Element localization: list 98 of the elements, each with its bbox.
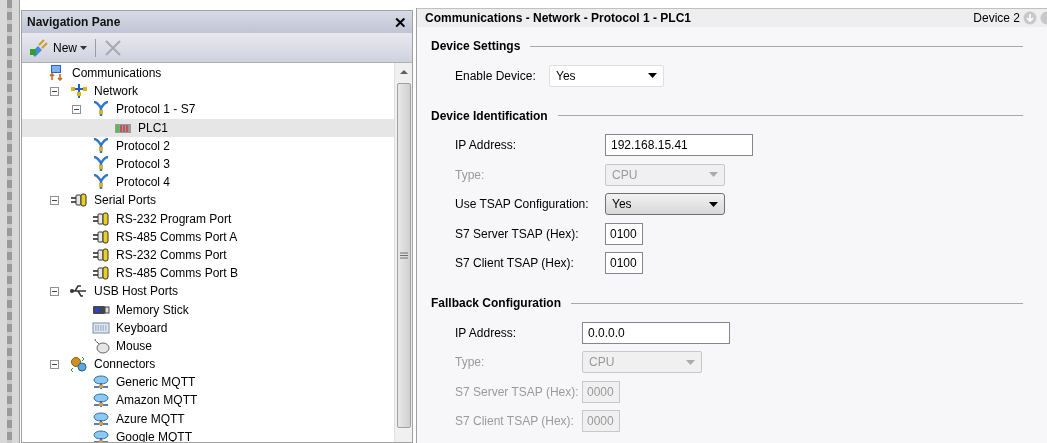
collapse-icon[interactable] [50,195,59,205]
connector-icon [92,137,110,154]
caret-icon [686,359,695,365]
tree-item[interactable]: Protocol 4 [22,173,394,192]
new-button[interactable]: New [28,38,87,57]
collapse-icon[interactable] [50,86,59,96]
keyboard-icon [92,319,110,336]
connector-icon [92,156,110,173]
caret-icon [709,201,718,207]
tree-item[interactable]: Azure MQTT [22,409,394,428]
tree-item[interactable]: Connectors [22,355,394,374]
field-label: S7 Server TSAP (Hex): [455,383,580,401]
scroll-up-icon[interactable] [399,69,408,75]
scrollbar[interactable] [394,63,412,442]
caret-icon [709,172,718,178]
cloud-icon [92,392,110,409]
collapse-icon[interactable] [50,286,59,296]
tree-item[interactable]: Serial Ports [22,191,394,210]
field-label: S7 Client TSAP (Hex): [455,413,575,431]
tree-item[interactable]: RS-232 Program Port [22,209,394,228]
field-label: IP Address: [455,324,518,342]
tree-item[interactable]: RS-485 Comms Port B [22,264,394,283]
tree-item[interactable]: Communications [22,64,394,83]
input-field[interactable]: 0.0.0.0 [582,321,730,344]
tree-item[interactable]: Keyboard [22,318,394,337]
serial-plug-icon [92,265,110,282]
section-heading: Fallback Configuration [431,295,561,312]
grip-icon [399,252,408,259]
tree-item[interactable]: Memory Stick [22,300,394,319]
caret-icon [648,73,657,79]
collapse-icon[interactable] [50,359,59,369]
tree-item[interactable]: RS-485 Comms Port A [22,227,394,246]
serial-plug-icon [92,210,110,227]
connector-icon [92,101,110,118]
tree-item-label: RS-485 Comms Port B [116,265,239,283]
tree-item-label: Protocol 2 [116,137,171,155]
gears-icon [70,356,88,373]
cloud-icon [92,428,110,442]
input-field[interactable]: 0100 [605,222,643,245]
field-label: Type: [455,354,486,372]
tree-item[interactable]: Amazon MQTT [22,391,394,410]
tree-item[interactable]: Generic MQTT [22,373,394,392]
tree-item-label: USB Host Ports [94,283,179,301]
plug-add-icon [28,38,50,57]
connector-icon [92,174,110,191]
mouse-icon [92,337,110,354]
tree-item-label: Keyboard [116,319,168,337]
input-field[interactable]: 192.168.15.41 [605,134,753,157]
serial-plug-icon [70,192,88,209]
input-field[interactable]: 0100 [605,252,643,275]
tree-item-label: Protocol 3 [116,156,171,174]
tree-item-label: RS-232 Comms Port [116,246,227,264]
tree-item-label: Mouse [116,337,153,355]
usb-icon [70,283,88,300]
field-label: S7 Client TSAP (Hex): [455,255,575,273]
section-heading: Device Settings [431,38,521,55]
tree-item-label: PLC1 [138,119,169,137]
tree-item-label: Generic MQTT [116,374,196,392]
serial-plug-icon [92,228,110,245]
tree-item-label: Network [94,83,138,101]
tree-item[interactable]: Protocol 3 [22,154,394,174]
tree-item-label: Connectors [94,356,156,374]
section-heading: Device Identification [431,107,548,125]
tree-item[interactable]: Protocol 2 [22,136,394,155]
caret-icon [80,45,87,50]
scrollbar-thumb[interactable] [396,83,411,428]
serial-plug-icon [92,246,110,263]
tree-item[interactable]: Network [22,82,394,101]
field-label: Use TSAP Configuration: [455,196,590,214]
cloud-icon [92,410,110,427]
cloud-icon [92,374,110,391]
tree-item[interactable]: Mouse [22,336,394,355]
close-button[interactable]: ✕ [394,14,407,30]
tree-item[interactable]: Protocol 1 - S7 [22,100,394,119]
network-icon [70,83,88,100]
field-label: IP Address: [455,137,518,155]
dropdown[interactable]: Yes [605,193,725,216]
tree-item-label: Communications [72,65,162,83]
field-label: Enable Device: [455,67,537,85]
tree-item-label: Azure MQTT [116,410,185,428]
tree-item[interactable]: USB Host Ports [22,282,394,301]
tree-item-label: RS-485 Comms Port A [116,228,238,246]
computer-icon [48,65,66,82]
breadcrumb-title: Communications - Network - Protocol 1 - PLC1 [425,10,692,27]
tree-item[interactable]: PLC1 [22,118,394,137]
device-label: Device 2 [973,10,1020,27]
tree-item-label: Serial Ports [94,192,157,210]
tree-item-label: RS-232 Program Port [116,210,232,228]
dropdown[interactable]: Yes [549,64,664,87]
field-label: Type: [455,166,486,184]
pane-title: Navigation Pane [27,14,121,31]
field-label: S7 Server TSAP (Hex): [455,225,580,243]
tree-item-label: Protocol 4 [116,174,171,192]
tree-item-label: Memory Stick [116,301,189,319]
tree-item[interactable]: RS-232 Comms Port [22,245,394,265]
collapse-icon[interactable] [72,104,81,114]
tree-item-label: Protocol 1 - S7 [116,101,196,119]
tree-item-label: Amazon MQTT [116,392,198,410]
